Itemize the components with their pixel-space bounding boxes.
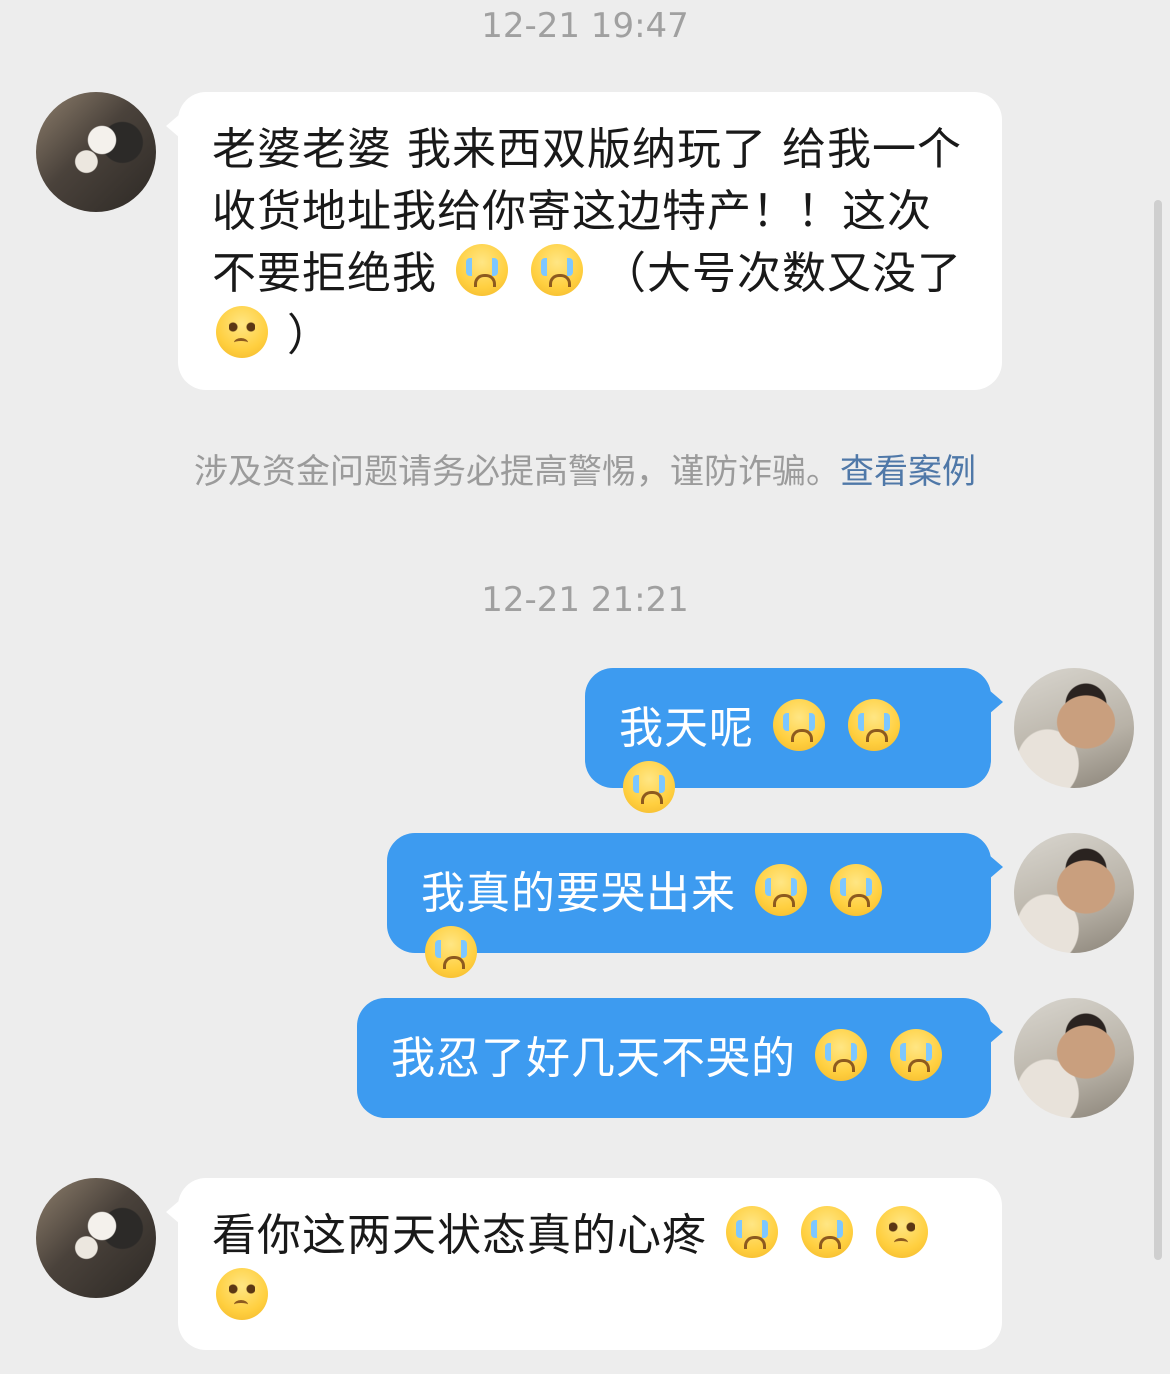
outgoing-message-bubble[interactable]: 我天呢 xyxy=(585,668,1003,813)
crying-face-emoji-icon xyxy=(623,761,675,813)
avatar-contact[interactable] xyxy=(36,1178,156,1298)
crying-face-emoji-icon xyxy=(456,244,508,296)
fraud-warning: 涉及资金问题请务必提高警惕，谨防诈骗。查看案例 xyxy=(0,452,1170,492)
scrollbar-thumb[interactable] xyxy=(1154,200,1162,1260)
crying-face-emoji-icon xyxy=(773,699,825,751)
incoming-message-close: ） xyxy=(287,310,332,361)
crying-face-emoji-icon xyxy=(801,1206,853,1258)
outgoing-message-text: 我真的要哭出来 xyxy=(421,868,736,919)
timestamp-middle: 12-21 21:21 xyxy=(481,580,689,620)
incoming-message-bubble[interactable]: 老婆老婆 我来西双版纳玩了 给我一个收货地址我给你寄这边特产！！这次不要拒绝我 … xyxy=(166,92,1002,390)
avatar-self[interactable] xyxy=(1014,998,1134,1118)
incoming-message-text: 看你这两天状态真的心疼 xyxy=(212,1210,707,1261)
crying-face-emoji-icon xyxy=(815,1029,867,1081)
view-cases-link[interactable]: 查看案例 xyxy=(840,452,976,492)
outgoing-message-text: 我天呢 xyxy=(619,703,754,754)
outgoing-message-bubble[interactable]: 我忍了好几天不哭的 xyxy=(357,998,1003,1118)
outgoing-message-bubble[interactable]: 我真的要哭出来 xyxy=(387,833,1003,978)
crying-face-emoji-icon xyxy=(425,926,477,978)
pleading-face-emoji-icon xyxy=(876,1206,928,1258)
crying-face-emoji-icon xyxy=(726,1206,778,1258)
incoming-message-bubble[interactable]: 看你这两天状态真的心疼 xyxy=(166,1178,1002,1350)
pleading-face-emoji-icon xyxy=(216,306,268,358)
outgoing-message-text: 我忍了好几天不哭的 xyxy=(391,1033,796,1084)
avatar-self[interactable] xyxy=(1014,833,1134,953)
fraud-warning-text: 涉及资金问题请务必提高警惕，谨防诈骗。 xyxy=(194,452,840,492)
avatar-contact[interactable] xyxy=(36,92,156,212)
crying-face-emoji-icon xyxy=(890,1029,942,1081)
crying-face-emoji-icon xyxy=(848,699,900,751)
crying-face-emoji-icon xyxy=(830,864,882,916)
avatar-self[interactable] xyxy=(1014,668,1134,788)
timestamp-top: 12-21 19:47 xyxy=(481,6,689,46)
incoming-message-tail: （大号次数又没了 xyxy=(602,248,962,299)
crying-face-emoji-icon xyxy=(531,244,583,296)
crying-face-emoji-icon xyxy=(755,864,807,916)
pleading-face-emoji-icon xyxy=(216,1268,268,1320)
